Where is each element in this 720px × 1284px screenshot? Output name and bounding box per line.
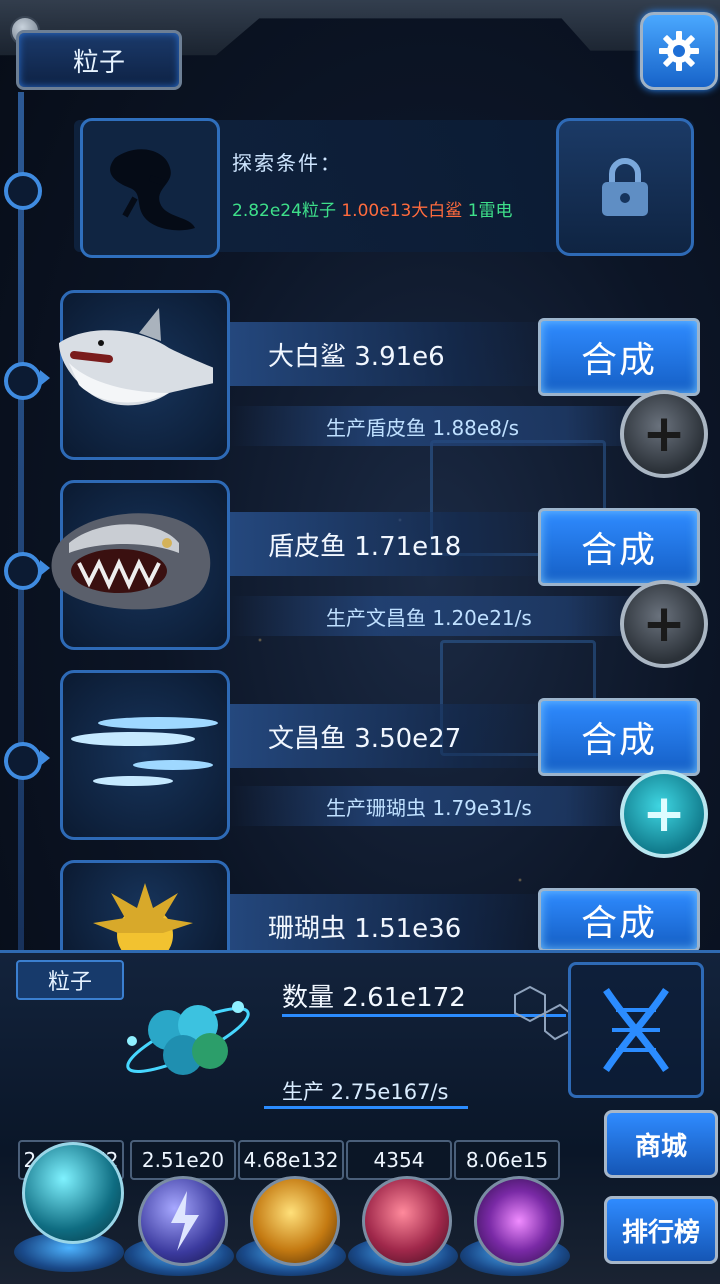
locked-button[interactable] — [556, 118, 694, 256]
creature-name-bar: 盾皮鱼 1.71e18 — [230, 512, 560, 576]
creature-icon-coral-polyp[interactable] — [60, 860, 230, 953]
creature-name-bar: 文昌鱼 3.50e27 — [230, 704, 560, 768]
coral-polyp-icon — [93, 883, 193, 953]
divider-line — [264, 1106, 468, 1109]
sun-orb-button[interactable] — [250, 1176, 340, 1266]
counter-vortex: 8.06e15 — [454, 1140, 560, 1180]
explore-requirements: 2.82e24粒子 1.00e13大白鲨 1雷电 — [232, 196, 513, 221]
rail-node — [4, 742, 42, 780]
creature-production-bar: 生产珊瑚虫 1.79e31/s — [230, 786, 650, 826]
rail-node — [4, 362, 42, 400]
synthesize-button[interactable]: 合成 — [538, 318, 700, 396]
particle-icon — [118, 985, 258, 1095]
dna-icon — [603, 988, 669, 1072]
requirement-thunder: 1雷电 — [467, 201, 513, 221]
thunder-orb-button[interactable] — [138, 1176, 228, 1266]
vortex-orb-button[interactable] — [474, 1176, 564, 1266]
requirement-shark: 1.00e13大白鲨 — [341, 201, 463, 221]
creature-icon-shark[interactable] — [59, 290, 239, 460]
creature-name-bar: 大白鲨 3.91e6 — [230, 322, 560, 386]
particle-orb-button[interactable] — [22, 1142, 124, 1244]
lancelet-icon — [71, 717, 218, 786]
resource-count: 数量 2.61e172 — [282, 983, 466, 1013]
shark-icon — [59, 308, 239, 406]
synthesize-button[interactable]: 合成 — [538, 698, 700, 776]
dna-button[interactable] — [568, 962, 704, 1098]
synthesize-button[interactable]: 合成 — [538, 888, 700, 952]
plus-icon: + — [642, 784, 686, 844]
molecule-icon — [500, 985, 571, 1045]
lightning-icon — [171, 1191, 199, 1251]
salamander-silhouette-icon — [110, 149, 195, 231]
armored-fish-icon — [51, 513, 211, 610]
settings-button[interactable] — [640, 12, 718, 90]
leaderboard-button[interactable]: 排行榜 — [604, 1196, 718, 1264]
plus-icon: + — [642, 594, 686, 654]
locked-creature-silhouette — [80, 118, 220, 258]
creature-production-bar: 生产盾皮鱼 1.88e8/s — [230, 406, 650, 446]
page-title: 粒子 — [16, 30, 182, 90]
progress-rail — [18, 92, 24, 972]
brain-orb-button[interactable] — [362, 1176, 452, 1266]
add-button[interactable]: + — [620, 580, 708, 668]
rail-lock-node — [4, 172, 42, 210]
add-button-active[interactable]: + — [620, 770, 708, 858]
shop-button[interactable]: 商城 — [604, 1110, 718, 1178]
lock-icon — [602, 158, 648, 216]
plus-icon: + — [642, 404, 686, 464]
requirement-particles: 2.82e24粒子 — [232, 201, 336, 221]
creature-icon-lancelet[interactable] — [60, 670, 230, 840]
add-button[interactable]: + — [620, 390, 708, 478]
gear-icon — [659, 31, 699, 71]
counter-brain: 4354 — [346, 1140, 452, 1180]
resource-production: 生产 2.75e167/s — [282, 1080, 449, 1104]
resource-tag: 粒子 — [16, 960, 124, 1000]
creature-name-bar: 珊瑚虫 1.51e36 — [230, 894, 560, 958]
creature-production-bar: 生产文昌鱼 1.20e21/s — [230, 596, 650, 636]
counter-sun: 4.68e132 — [238, 1140, 344, 1180]
rail-arrow-icon — [40, 750, 50, 766]
creature-icon-dunkleosteus[interactable] — [51, 480, 230, 650]
synthesize-button[interactable]: 合成 — [538, 508, 700, 586]
explore-condition-label: 探索条件： — [232, 151, 342, 175]
counter-thunder: 2.51e20 — [130, 1140, 236, 1180]
